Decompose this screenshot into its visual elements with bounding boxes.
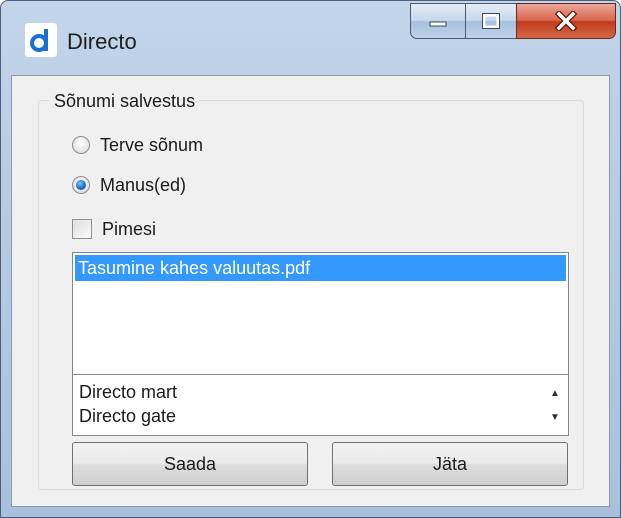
destination-list[interactable]: Directo mart Directo gate ▲ ▼ [72, 374, 569, 436]
radio-attachments-control[interactable] [72, 176, 90, 194]
checkbox-blind[interactable]: Pimesi [72, 216, 156, 242]
directo-logo-icon[interactable] [25, 23, 57, 57]
destination-item-1[interactable]: Directo mart [79, 381, 177, 403]
cancel-button[interactable]: Jäta [332, 442, 568, 486]
close-button[interactable] [516, 3, 616, 39]
attachment-list[interactable]: Tasumine kahes valuutas.pdf [72, 252, 569, 376]
maximize-icon [482, 13, 500, 29]
window-title: Directo [67, 29, 137, 54]
radio-whole-message[interactable]: Terve sõnum [72, 132, 203, 158]
directo-logo-glyph [30, 29, 48, 52]
minimize-icon [429, 21, 447, 27]
title-bar[interactable]: Directo [1, 1, 620, 75]
radio-attachments-label: Manus(ed) [100, 174, 187, 195]
radio-whole-message-label: Terve sõnum [100, 134, 204, 155]
radio-whole-message-control[interactable] [72, 136, 90, 154]
scroll-up-icon[interactable]: ▲ [542, 381, 568, 405]
dialog-body: Sõnumi salvestus Terve sõnum Manus(ed) P… [11, 75, 610, 507]
app-window: Directo Sõnumi salvestus Terve sõnum Man… [0, 0, 621, 518]
maximize-button[interactable] [465, 3, 517, 39]
checkbox-blind-control[interactable] [72, 219, 92, 239]
scroll-down-icon[interactable]: ▼ [542, 405, 568, 429]
destination-item-2[interactable]: Directo gate [79, 405, 176, 427]
checkbox-blind-label: Pimesi [102, 218, 157, 239]
radio-attachments[interactable]: Manus(ed) [72, 172, 186, 198]
minimize-button[interactable] [410, 3, 466, 39]
send-button[interactable]: Saada [72, 442, 308, 486]
destination-scrollbar[interactable]: ▲ ▼ [542, 375, 568, 435]
group-label: Sõnumi salvestus [50, 90, 200, 112]
list-item[interactable]: Tasumine kahes valuutas.pdf [75, 255, 566, 281]
close-icon [555, 11, 577, 31]
